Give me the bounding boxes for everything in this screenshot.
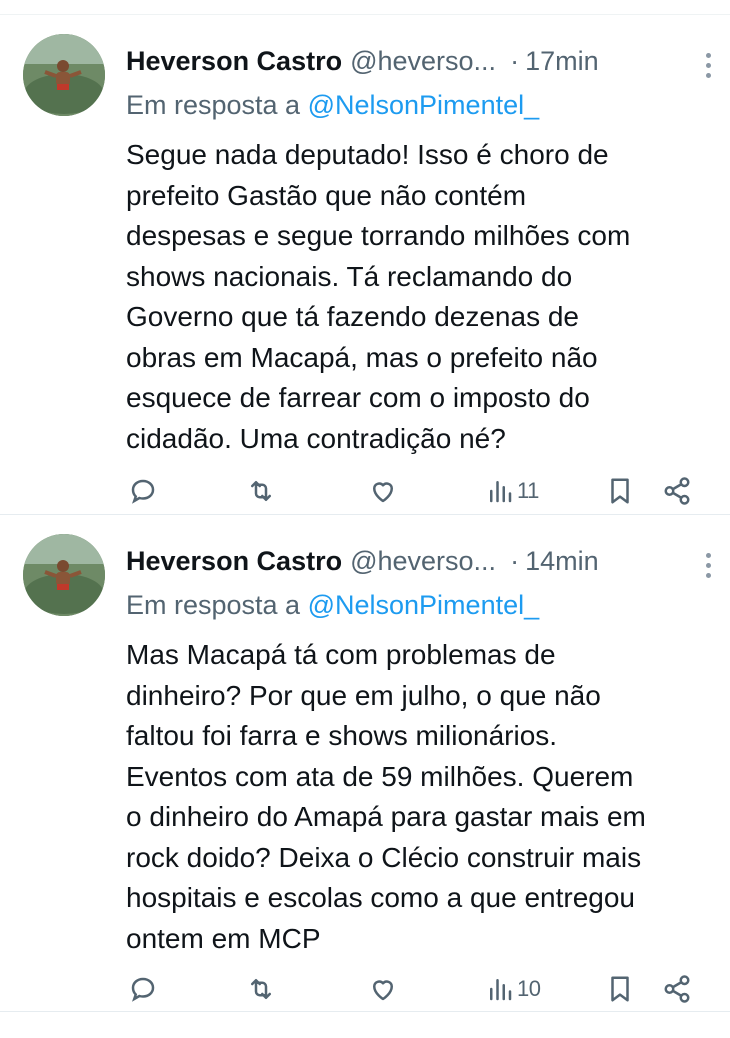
reply-prefix: Em resposta a [126, 90, 301, 120]
retweet-icon [251, 481, 271, 501]
views-icon [490, 481, 512, 503]
bookmark-button[interactable] [605, 971, 635, 1007]
reply-button[interactable] [128, 971, 158, 1007]
reply-prefix: Em resposta a [126, 590, 301, 620]
avatar-photo [23, 534, 105, 616]
tweet-text-line: Segue nada deputado! Isso é choro de [126, 139, 609, 170]
tweet-header: Heverson Castro @heverso... · 17min [126, 45, 710, 77]
tweet-actions: 10 [0, 971, 730, 1011]
bookmark-icon [611, 478, 629, 504]
share-icon [664, 975, 690, 1003]
views-count: 11 [517, 478, 539, 503]
share-icon [664, 477, 690, 505]
tweet-text-line: obras em Macapá, mas o prefeito não [126, 341, 598, 373]
tweet-header: Heverson Castro @heverso... · 14min [126, 545, 710, 577]
views-count: 10 [517, 976, 541, 1001]
reply-context: Em resposta a @NelsonPimentel_ [126, 587, 710, 623]
tweet-text-line: faltou foi farra e shows milionários. [126, 720, 558, 751]
tweet-text-line: cidadão. Uma contradição né? [126, 422, 506, 454]
tweet-text-line: despesas e segue torrando milhões com [126, 220, 631, 251]
tweet-text-line: Eventos com ata de 59 milhões. Querem [126, 760, 634, 792]
tweet-text-line: Mas Macapá tá com problemas de [126, 639, 556, 670]
views-button[interactable]: 10 [485, 971, 541, 1007]
views-button[interactable]: 11 [485, 473, 539, 509]
author-handle[interactable]: @heverso... [350, 45, 496, 77]
avatar[interactable] [23, 34, 105, 116]
separator-dot: · [510, 546, 520, 576]
separator-dot: · [510, 46, 520, 76]
tweet-actions: 11 [0, 473, 730, 513]
author-name[interactable]: Heverson Castro [126, 545, 342, 577]
like-button[interactable] [368, 473, 398, 509]
like-icon [373, 482, 393, 503]
share-button[interactable] [662, 971, 692, 1007]
more-icon[interactable] [706, 53, 712, 79]
author-handle[interactable]: @heverso... [350, 545, 496, 577]
like-button[interactable] [368, 971, 398, 1007]
retweet-button[interactable] [246, 473, 276, 509]
reply-context: Em resposta a @NelsonPimentel_ [126, 87, 710, 123]
author-name[interactable]: Heverson Castro [126, 45, 342, 77]
tweet-text-line: dinheiro? Por que em julho, o que não [126, 679, 601, 711]
tweet[interactable]: Heverson Castro @heverso... · 17min Em r… [0, 15, 730, 515]
tweet-text-line: shows nacionais. Tá reclamando do [126, 260, 573, 292]
tweet-text-line: hospitais e escolas como a que entregou [126, 882, 635, 913]
avatar-photo [23, 34, 105, 116]
reply-icon [131, 479, 155, 504]
tweet[interactable]: Heverson Castro @heverso... · 14min Em r… [0, 515, 730, 1012]
tweet-text: Mas Macapá tá com problemas de dinheiro?… [126, 635, 710, 959]
avatar[interactable] [23, 534, 105, 616]
tweet-text-line: rock doido? Deixa o Clécio construir mai… [126, 841, 642, 873]
timestamp[interactable]: 17min [525, 45, 599, 77]
tweet-text-line: ontem em MCP [126, 922, 321, 954]
tweet-text-line: esquece de farrear com o imposto do [126, 382, 590, 413]
reply-mention-link[interactable]: @NelsonPimentel_ [308, 90, 540, 120]
timestamp[interactable]: 14min [525, 545, 599, 577]
tweet-text-line: Governo que tá fazendo dezenas de [126, 301, 580, 332]
more-icon[interactable] [706, 553, 712, 579]
reply-button[interactable] [128, 473, 158, 509]
retweet-button[interactable] [246, 971, 276, 1007]
share-button[interactable] [662, 473, 692, 509]
reply-icon [131, 977, 155, 1002]
reply-mention-link[interactable]: @NelsonPimentel_ [308, 590, 540, 620]
bookmark-button[interactable] [605, 473, 635, 509]
views-icon [490, 979, 512, 1001]
tweet-text-line: prefeito Gastão que não contém [126, 179, 527, 211]
bookmark-icon [611, 976, 629, 1002]
tweet-text-line: o dinheiro do Amapá para gastar mais em [126, 801, 646, 832]
retweet-icon [251, 979, 271, 999]
tweet-text: Segue nada deputado! Isso é choro de pre… [126, 135, 710, 459]
like-icon [373, 980, 393, 1001]
